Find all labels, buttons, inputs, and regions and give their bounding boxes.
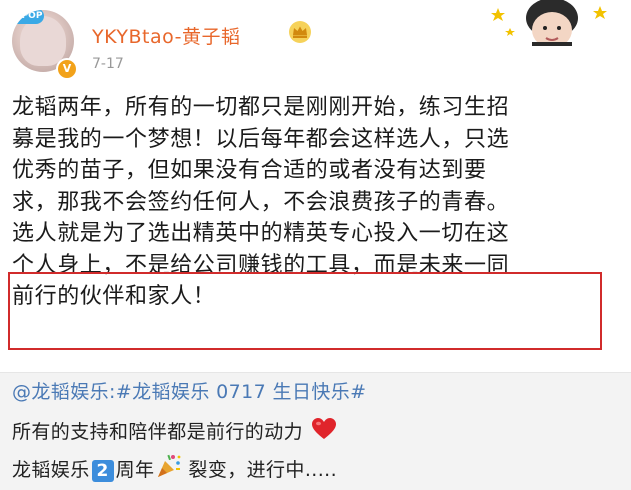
post-body-line: 募是我的一个梦想！以后每年都会这样选人，只选 bbox=[12, 126, 510, 152]
post-body-line: 选人就是为了选出精英中的精英专心投入一切在这 bbox=[12, 221, 510, 246]
repost-anniversary-text: 周年 bbox=[115, 459, 155, 481]
repost-mention-link[interactable]: @龙韬娱乐:#龙韬娱乐 0717 生日快乐# bbox=[12, 379, 366, 405]
post-body-line: 求，那我不会签约任何人，不会浪费孩子的青春。 bbox=[12, 189, 510, 215]
post-body-line: 龙韬两年，所有的一切都只是刚刚开始，练习生招 bbox=[12, 95, 510, 120]
sticker-image bbox=[488, 0, 616, 46]
repost-text: 所有的支持和陪伴都是前行的动力 bbox=[12, 421, 304, 443]
highlight-box bbox=[8, 272, 602, 350]
post-body-line: 优秀的苗子，但如果没有合适的或者没有达到要 bbox=[12, 158, 487, 183]
weibo-post: C·POP V YKYBtao-黄子韬 7-17 龙韬两年，所有的一切都只是刚刚… bbox=[0, 0, 631, 372]
avatar-badge: C·POP bbox=[12, 10, 44, 24]
repost-progress-text: 裂变，进行中..... bbox=[188, 459, 338, 481]
crown-icon bbox=[289, 21, 311, 43]
repost-section: @龙韬娱乐:#龙韬娱乐 0717 生日快乐# 所有的支持和陪伴都是前行的动力 龙… bbox=[0, 373, 631, 490]
repost-account-name: 龙韬娱乐 bbox=[12, 459, 90, 481]
vip-badge-icon: V bbox=[56, 58, 78, 80]
party-popper-icon bbox=[158, 454, 181, 477]
username[interactable]: YKYBtao-黄子韬 bbox=[92, 22, 240, 49]
post-date: 7-17 bbox=[92, 56, 124, 72]
number-2-icon: 2 bbox=[91, 460, 114, 482]
repost-text-line: 所有的支持和陪伴都是前行的动力 bbox=[12, 417, 337, 445]
heart-icon bbox=[312, 418, 337, 439]
repost-anniversary-line: 龙韬娱乐 2 周年 裂变，进行中..... bbox=[12, 453, 337, 483]
